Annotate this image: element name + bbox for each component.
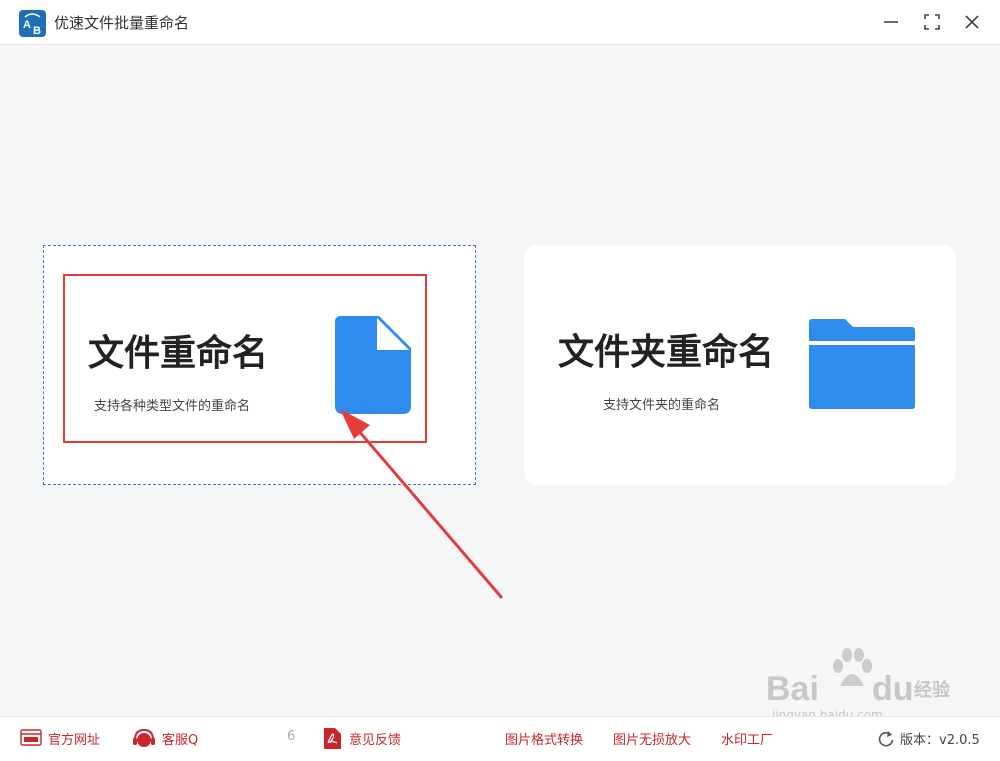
- window-title: 优速文件批量重命名: [54, 14, 190, 32]
- headset-icon: [133, 728, 155, 747]
- customer-service-link[interactable]: 客服Q: [162, 729, 198, 748]
- svg-text:B: B: [33, 25, 41, 37]
- folder-rename-title: 文件夹重命名: [558, 332, 775, 373]
- paw-icon: [833, 648, 872, 686]
- folder-icon: [809, 319, 915, 409]
- file-rename-card[interactable]: 文件重命名 支持各种类型文件的重命名: [43, 245, 476, 485]
- watermark-factory-link[interactable]: 水印工厂: [721, 729, 773, 748]
- folder-rename-subtitle: 支持文件夹的重命名: [603, 398, 721, 413]
- watermark-brand-tail: du: [872, 670, 914, 708]
- image-convert-link[interactable]: 图片格式转换: [505, 729, 583, 748]
- feedback-link[interactable]: 意见反馈: [349, 729, 401, 748]
- folder-rename-card[interactable]: 文件夹重命名 支持文件夹的重命名: [524, 245, 956, 485]
- svg-text:A: A: [23, 19, 31, 31]
- watermark-brand-cn: 经验: [914, 680, 950, 701]
- pdf-feedback-icon: [324, 728, 341, 749]
- watermark-brand: Bai: [766, 670, 819, 708]
- close-icon[interactable]: [960, 10, 984, 34]
- version-value: v2.0.5: [939, 733, 980, 748]
- maximize-icon[interactable]: [920, 10, 944, 34]
- customer-service-tail: 6: [287, 729, 296, 744]
- app-logo-icon: A B: [19, 10, 46, 37]
- refresh-icon[interactable]: [877, 730, 895, 748]
- minimize-icon[interactable]: [879, 10, 903, 34]
- baidu-watermark: Bai du 经验 jingyan.baidu.com: [766, 648, 952, 722]
- redacted-block: [198, 729, 286, 747]
- file-rename-subtitle: 支持各种类型文件的重命名: [94, 399, 251, 414]
- image-enlarge-link[interactable]: 图片无损放大: [613, 729, 691, 748]
- website-icon: [20, 729, 42, 746]
- version-label: 版本：: [900, 733, 940, 748]
- version-info: 版本：v2.0.5: [900, 729, 980, 748]
- title-bar: A B 优速文件批量重命名: [0, 0, 1000, 45]
- file-icon: [335, 316, 411, 414]
- official-website-link[interactable]: 官方网址: [48, 729, 100, 748]
- footer-bar: 官方网址 客服Q 6 意见反馈 图片格式转换 图片无损放大 水印工厂 版本：v2…: [0, 716, 1000, 761]
- file-rename-title: 文件重命名: [88, 333, 269, 374]
